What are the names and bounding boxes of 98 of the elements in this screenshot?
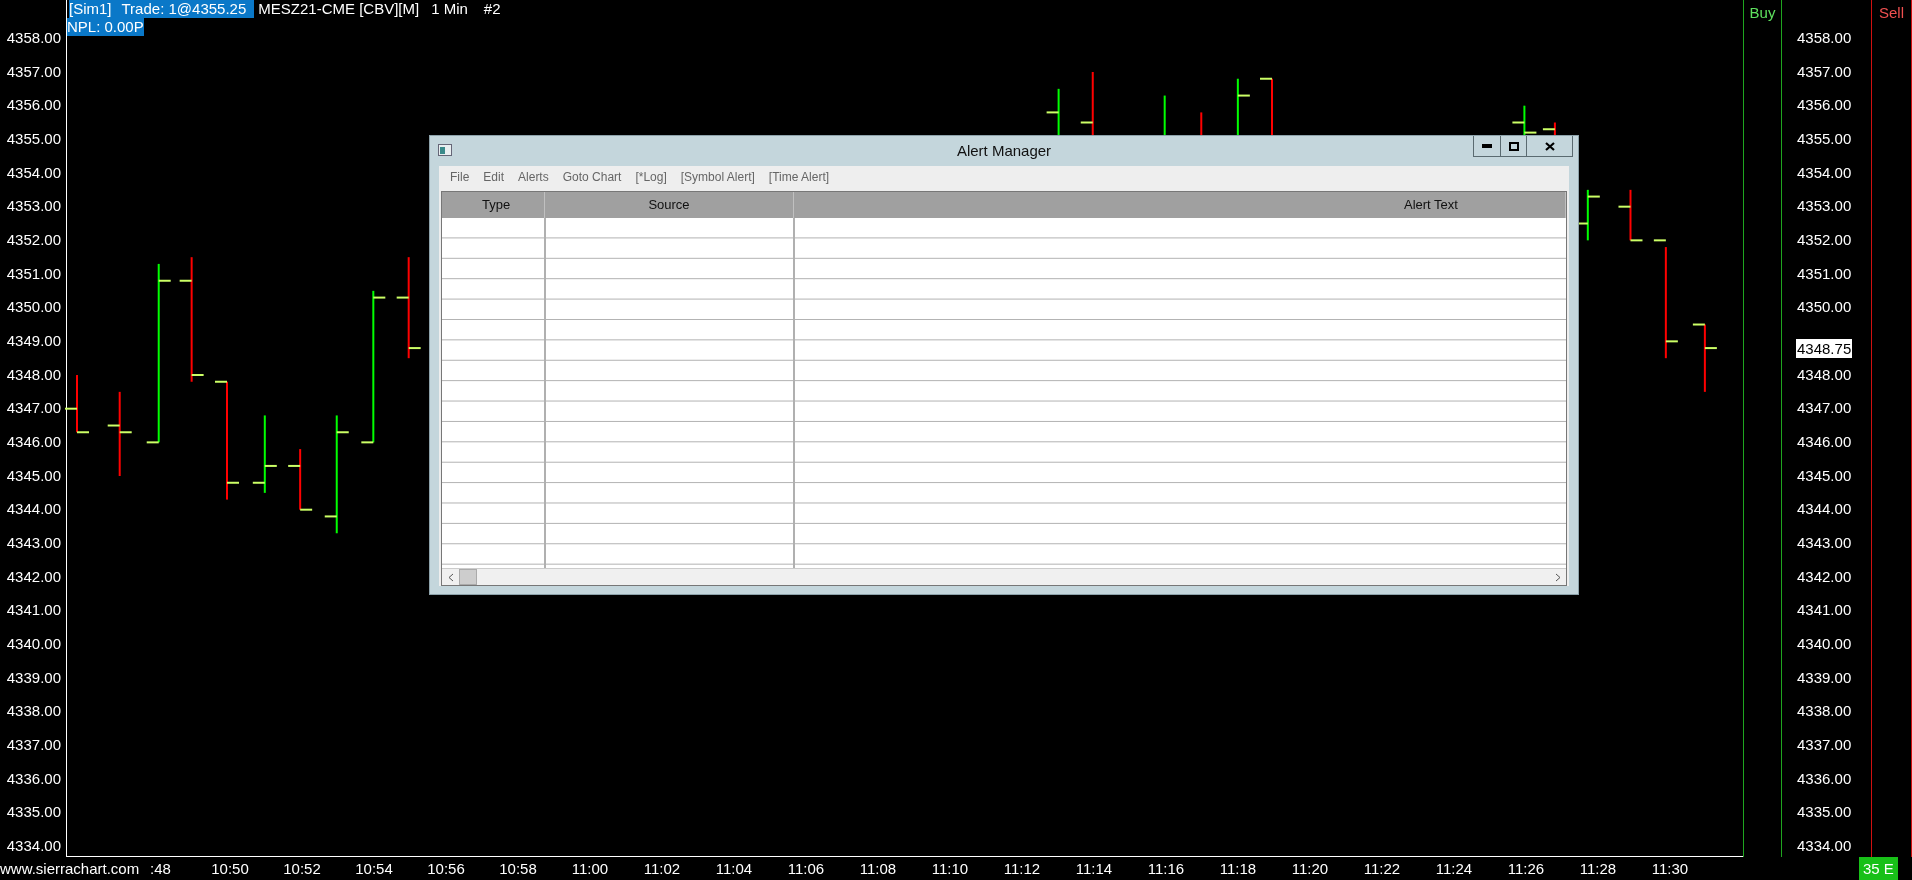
price-label: 4341.00	[5, 600, 62, 621]
price-label: 4351.00	[5, 263, 62, 284]
price-label: 4348.00	[5, 364, 62, 385]
time-label: 11:02	[642, 860, 682, 877]
maximize-icon	[1508, 141, 1519, 151]
price-label: 4334.00	[1796, 835, 1853, 856]
price-label: 4354.00	[1796, 162, 1853, 183]
price-label: 4350.00	[1796, 297, 1853, 318]
price-label: 4335.00	[5, 802, 62, 823]
chart-number: #2	[483, 0, 501, 18]
price-label: 4338.00	[5, 701, 62, 722]
symbol-label: MESZ21-CME [CBV][M]	[258, 0, 420, 18]
buy-label[interactable]: Buy	[1749, 4, 1776, 22]
price-label: 4353.00	[5, 196, 62, 217]
close-icon	[1544, 141, 1555, 151]
menu-item[interactable]: Alerts	[511, 170, 556, 184]
price-label: 4348.00	[1796, 364, 1853, 385]
time-label: 11:26	[1506, 860, 1546, 877]
price-label: 4339.00	[5, 667, 62, 688]
window-icon	[438, 144, 452, 156]
price-label: 4352.00	[1796, 230, 1853, 251]
time-label: 11:12	[1002, 860, 1042, 877]
time-label: 11:16	[1146, 860, 1186, 877]
price-label: 4358.00	[1796, 28, 1853, 49]
maximize-button[interactable]	[1501, 136, 1527, 157]
price-label: 4336.00	[1796, 768, 1853, 789]
price-label: 4343.00	[5, 533, 62, 553]
time-label: 11:18	[1218, 860, 1258, 877]
price-label: 4352.00	[5, 230, 62, 251]
menu-item[interactable]: Goto Chart	[555, 170, 629, 184]
minimize-button[interactable]	[1473, 136, 1501, 157]
price-label: 4337.00	[5, 734, 62, 755]
window-title: Alert Manager	[956, 142, 1052, 159]
interval-label: 1 Min	[431, 0, 468, 18]
price-label: 4339.00	[1796, 667, 1853, 688]
price-label: 4358.00	[5, 28, 62, 49]
time-label: 11:04	[714, 860, 754, 877]
menu-item[interactable]: [Time Alert]	[761, 170, 837, 184]
current-price-label: 4348.75	[1796, 339, 1853, 359]
time-label: 11:14	[1074, 860, 1114, 877]
time-label: 11:08	[858, 860, 898, 877]
menu-item[interactable]: [Symbol Alert]	[673, 170, 762, 184]
sell-label[interactable]: Sell	[1879, 4, 1904, 22]
position-badge: 35 E	[1859, 857, 1898, 880]
price-label: 4337.00	[1796, 734, 1853, 755]
menu-item[interactable]: [*Log]	[628, 170, 674, 184]
account-label: [Sim1]	[69, 0, 122, 18]
price-label: 4354.00	[5, 162, 62, 183]
time-label: 11:00	[570, 860, 610, 877]
price-label: 4340.00	[5, 633, 62, 654]
price-label: 4356.00	[1796, 95, 1853, 116]
menu-item[interactable]: File	[443, 170, 477, 184]
price-label: 4351.00	[1796, 263, 1853, 284]
price-label: 4336.00	[5, 768, 62, 789]
time-label: 10:56	[426, 860, 466, 877]
trade-label: Trade: 1@4355.25	[121, 0, 255, 18]
time-label: 10:58	[498, 860, 538, 877]
price-label: 4345.00	[1796, 465, 1853, 486]
price-label: 4346.00	[1796, 432, 1853, 453]
time-label: :48	[150, 860, 172, 877]
price-label: 4342.00	[5, 566, 62, 587]
time-label: 10:52	[282, 860, 322, 877]
minimize-icon	[1482, 144, 1492, 148]
time-label: 10:54	[354, 860, 394, 877]
price-label: 4350.00	[5, 297, 62, 318]
price-label: 4355.00	[1796, 129, 1853, 150]
price-label: 4357.00	[5, 61, 62, 82]
price-label: 4347.00	[1796, 398, 1853, 419]
price-label: 4343.00	[1796, 533, 1853, 553]
price-label: 4334.00	[5, 835, 62, 856]
price-label: 4353.00	[1796, 196, 1853, 217]
time-label: 11:28	[1578, 860, 1618, 877]
price-label: 4346.00	[5, 432, 62, 453]
price-label: 4335.00	[1796, 802, 1853, 823]
time-label: 11:30	[1650, 860, 1690, 877]
price-label: 4345.00	[5, 465, 62, 486]
price-label: 4355.00	[5, 129, 62, 150]
time-label: 11:20	[1290, 860, 1330, 877]
time-label: 11:10	[930, 860, 970, 877]
price-label: 4349.00	[5, 331, 62, 352]
menu-item[interactable]: Edit	[476, 170, 512, 184]
npl-label: NPL: 0.00P	[67, 18, 144, 36]
price-label: 4356.00	[5, 95, 62, 116]
price-label: 4342.00	[1796, 566, 1853, 587]
price-label: 4338.00	[1796, 701, 1853, 722]
time-label: 10:50	[210, 860, 250, 877]
price-label: 4344.00	[5, 499, 62, 520]
scrollbar-thumb[interactable]	[459, 569, 477, 585]
time-label: 11:24	[1434, 860, 1474, 877]
time-label: 11:06	[786, 860, 826, 877]
price-label: 4347.00	[5, 398, 62, 419]
price-label: 4344.00	[1796, 499, 1853, 520]
close-button[interactable]	[1527, 136, 1573, 157]
website-label: www.sierrachart.com	[0, 860, 141, 877]
price-label: 4340.00	[1796, 634, 1853, 654]
price-label: 4341.00	[1796, 600, 1853, 621]
price-label: 4357.00	[1796, 61, 1853, 82]
time-label: 11:22	[1362, 860, 1402, 877]
